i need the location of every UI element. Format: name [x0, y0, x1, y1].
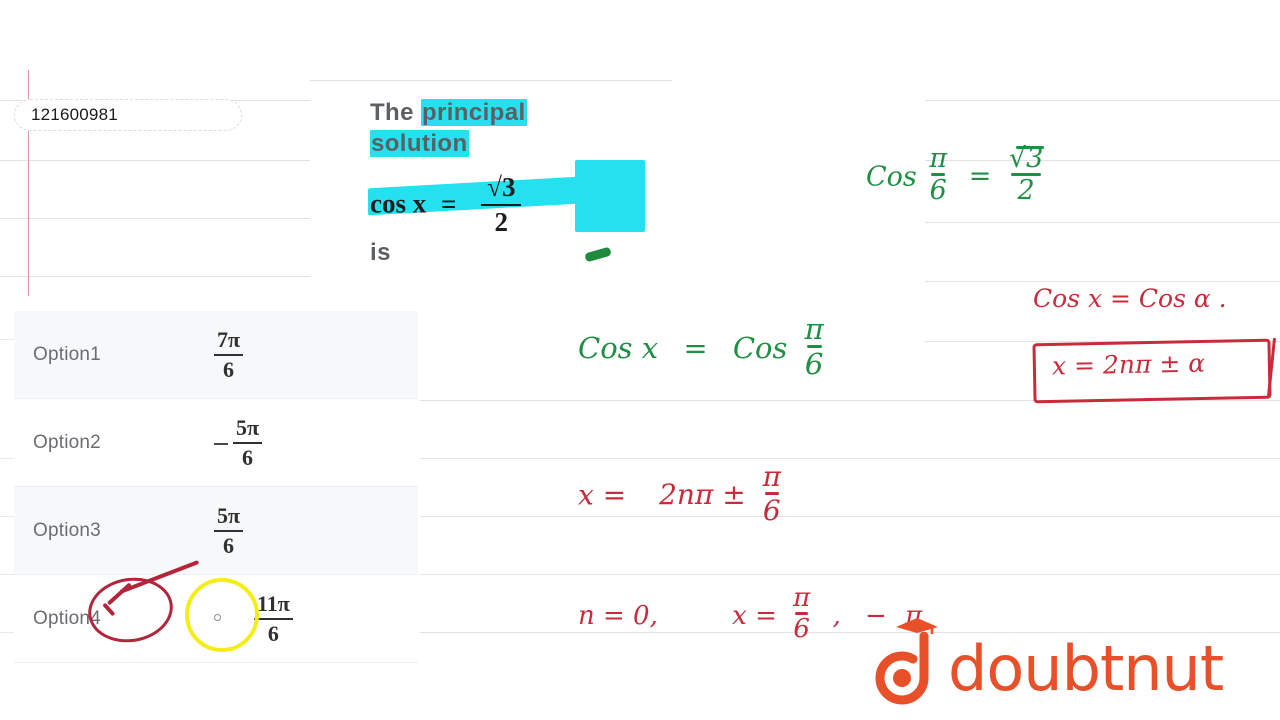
hw-denominator: 2: [1017, 174, 1035, 206]
hw-denominator: 6: [762, 493, 781, 527]
option-fraction: 11π 6: [254, 590, 293, 646]
screenshot-canvas: 121600981 The principal solution cos x =…: [0, 0, 1280, 720]
hw-numerator: π: [804, 312, 824, 346]
hw-rhs: 2nπ ±: [659, 478, 746, 512]
option-fraction: 5π 6: [214, 502, 244, 558]
question-id-field[interactable]: 121600981: [14, 99, 242, 131]
hw-lhs: Cos x: [578, 330, 659, 365]
ruled-line: [310, 80, 672, 81]
option-fraction: 5π 6: [233, 414, 263, 470]
doubtnut-wordmark: doubtnut: [948, 632, 1224, 705]
fraction-bar: [481, 203, 522, 206]
ruled-line: [420, 458, 1280, 459]
hw-lhs: Cos: [866, 161, 917, 193]
hw-numerator: π: [793, 583, 811, 613]
equation-equals: =: [441, 188, 457, 219]
option-label: Option3: [33, 519, 101, 541]
hw-denominator: 6: [804, 346, 824, 381]
hw-fraction: π 6: [793, 585, 810, 643]
hw-numerator: √3: [1008, 143, 1045, 174]
option-denominator: 6: [223, 532, 235, 558]
option-denominator: 6: [223, 356, 235, 382]
option-numerator: 7π: [217, 326, 241, 352]
ruled-line: [0, 632, 14, 633]
option-value: 11π 6: [254, 590, 293, 646]
option-row-1[interactable]: Option1 7π 6: [14, 311, 418, 399]
ruled-line: [0, 276, 310, 277]
hw-x-label: x =: [732, 600, 777, 631]
question-equation-text: cos x = √3 2: [370, 172, 522, 238]
question-id-value: 121600981: [31, 105, 118, 124]
hw-equals: =: [683, 330, 708, 365]
option-denominator: 6: [242, 444, 254, 470]
fraction-bar: [233, 441, 263, 444]
fraction-bar: [214, 529, 244, 532]
cursor-highlight-circle-icon: [185, 578, 259, 652]
question-line-1-plain: The: [370, 99, 421, 126]
doubtnut-mark-icon: [868, 618, 942, 706]
ruled-line: [420, 516, 1280, 517]
option-fraction: 7π 6: [214, 326, 244, 382]
hw-n-value: n = 0,: [578, 600, 658, 631]
handwritten-boxed-formula: x = 2nπ ± α: [1051, 348, 1206, 381]
option-numerator: 5π: [217, 502, 241, 528]
ruled-line: [0, 218, 310, 219]
question-equation: cos x = √3 2: [368, 160, 660, 236]
question-line-2: solution: [370, 129, 660, 160]
question-text: The principal solution cos x = √3 2 is: [368, 98, 660, 267]
hw-fraction: π 6: [929, 145, 947, 205]
hw-fraction: π 6: [763, 463, 781, 525]
graduation-cap-icon: [896, 618, 938, 634]
option-row-3[interactable]: Option3 5π 6: [14, 487, 418, 575]
option-value: 5π 6: [214, 502, 244, 558]
fraction-bar: [254, 617, 293, 620]
hw-numerator: π: [762, 460, 781, 493]
question-line-4: is: [370, 239, 391, 267]
hw-lhs: x =: [578, 478, 627, 512]
ruled-line: [0, 516, 14, 517]
equation-lhs: cos x: [370, 188, 427, 219]
hw-denominator: 6: [929, 174, 947, 206]
minus-sign-icon: [214, 442, 228, 445]
doubtnut-d-icon: [875, 631, 929, 705]
hw-rhs: Cos: [732, 330, 788, 365]
doubtnut-logo: doubtnut: [868, 618, 1224, 706]
hw-fraction: π 6: [805, 315, 824, 379]
question-line-1: The principal: [370, 98, 660, 129]
ruled-line: [0, 458, 14, 459]
equation-denominator: 2: [494, 206, 509, 237]
question-line-2-highlight: solution: [370, 129, 469, 157]
option-value: 7π 6: [214, 326, 244, 382]
equation-fraction: √3 2: [481, 172, 522, 237]
ruled-line: [0, 574, 14, 575]
ruled-line: [925, 100, 1280, 101]
cursor-dot-icon: [214, 614, 221, 621]
hw-minus: −: [865, 600, 887, 631]
handwritten-cos-x: Cos x = Cos π 6: [578, 315, 824, 382]
handwritten-cos-pi6: Cos π 6 = √3 2: [866, 143, 1045, 208]
ruled-line: [0, 160, 310, 161]
fraction-bar: [214, 353, 244, 356]
option-label: Option1: [33, 343, 101, 365]
ruled-line: [420, 574, 1280, 575]
hw-numerator: π: [929, 143, 948, 174]
option-row-2[interactable]: Option2 5π 6: [14, 399, 418, 487]
handwritten-cos-alpha: Cos x = Cos α .: [1033, 284, 1227, 313]
hw-denominator: 6: [793, 613, 810, 644]
option-denominator: 6: [267, 620, 279, 646]
equation-numerator: √3: [487, 172, 516, 203]
hw-equals: =: [968, 161, 992, 193]
option-numerator: 11π: [257, 590, 290, 616]
option-value: 5π 6: [214, 414, 263, 470]
hw-comma: ,: [832, 600, 841, 631]
highlighter-stroke: [575, 160, 645, 233]
ruled-line: [925, 281, 1280, 282]
handwritten-general-solution: x = 2nπ ± π 6: [578, 463, 781, 528]
option-numerator: 5π: [236, 414, 260, 440]
option-label: Option2: [33, 431, 101, 453]
question-line-1-highlight: principal: [420, 99, 527, 126]
hw-fraction: √3 2: [1008, 143, 1045, 206]
ruled-line: [925, 222, 1280, 223]
